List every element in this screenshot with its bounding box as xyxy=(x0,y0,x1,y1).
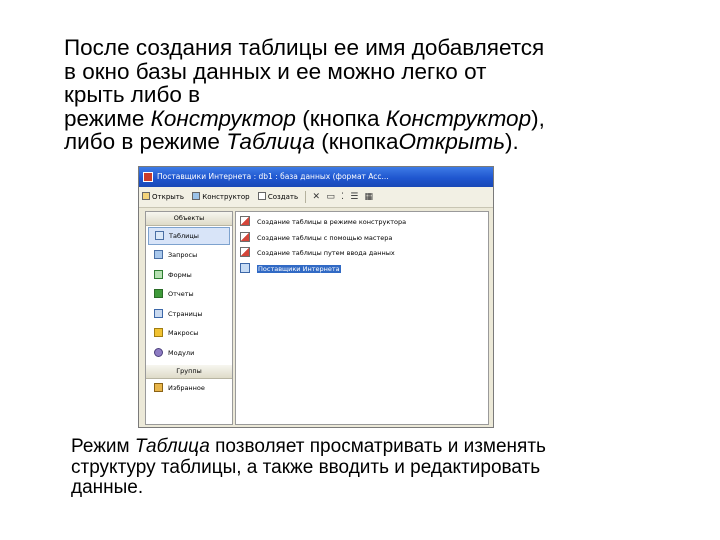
create-icon xyxy=(257,192,266,200)
wizard-icon xyxy=(240,231,250,242)
bottom-line-1-italic: Таблица xyxy=(134,436,210,457)
design-button[interactable]: Конструктор xyxy=(189,187,252,207)
create-button[interactable]: Создать xyxy=(255,187,301,207)
object-label: Страницы xyxy=(168,309,203,318)
object-label: Запросы xyxy=(168,251,198,259)
group-item-favorites[interactable]: Избранное xyxy=(146,379,232,399)
list-item-label: Создание таблицы в режиме конструктора xyxy=(257,218,407,226)
list-item[interactable]: Поставщики Интернета xyxy=(236,262,488,278)
design-icon xyxy=(192,192,201,200)
details-view-icon[interactable]: ▦ xyxy=(363,187,376,207)
object-item-pages[interactable]: Страницы xyxy=(146,305,232,325)
queries-icon xyxy=(154,250,163,259)
objects-header[interactable]: Объекты xyxy=(146,212,232,226)
open-icon xyxy=(142,192,150,200)
favorites-icon xyxy=(154,383,163,392)
intro-line-4: режиме Конструктор (кнопка Конструктор), xyxy=(64,105,704,131)
bottom-line-1-prefix: Режим xyxy=(71,436,135,457)
intro-line-5: либо в режиме Таблица (кнопкаОткрыть). xyxy=(64,130,704,154)
modules-icon xyxy=(154,347,163,357)
objects-panel: Объекты Таблицы Запросы Формы Отчеты Стр… xyxy=(145,211,233,425)
database-toolbar: Открыть Конструктор Создать ✕ ▭ ⁚ ☰ ▦ xyxy=(139,187,493,208)
bottom-line-3: данные. xyxy=(71,477,144,498)
intro-line-4-italic: Конструктор xyxy=(150,105,296,131)
list-item-label: Создание таблицы с помощью мастера xyxy=(257,233,393,242)
table-icon xyxy=(240,262,250,273)
open-button[interactable]: Открыть xyxy=(139,187,187,207)
list-item[interactable]: Создание таблицы путем ввода данных xyxy=(236,246,488,262)
small-icons-view-icon[interactable]: ⁚ xyxy=(339,187,346,207)
object-label: Таблицы xyxy=(169,232,199,240)
intro-line-5-italic2: Открыть xyxy=(398,129,506,154)
window-titlebar[interactable]: Поставщики Интернета : db1 : база данных… xyxy=(139,167,493,187)
list-view-icon[interactable]: ☰ xyxy=(348,187,360,207)
object-label: Модули xyxy=(168,348,195,357)
object-item-macros[interactable]: Макросы xyxy=(146,324,232,344)
object-item-forms[interactable]: Формы xyxy=(146,266,232,286)
list-item-label: Создание таблицы путем ввода данных xyxy=(257,249,395,257)
design-label: Конструктор xyxy=(202,193,250,201)
large-icons-view-icon[interactable]: ▭ xyxy=(324,187,337,207)
tables-list: Создание таблицы в режиме конструктора С… xyxy=(235,211,489,425)
slide-intro-text: После создания таблицы ее имя добавляетс… xyxy=(64,36,704,154)
groups-header[interactable]: Группы xyxy=(146,365,232,379)
pages-icon xyxy=(154,308,163,318)
intro-line-4-prefix: режиме xyxy=(64,105,151,131)
intro-line-4-mid: (кнопка xyxy=(295,105,386,131)
intro-line-4-italic2: Конструктор xyxy=(385,105,532,131)
tables-icon xyxy=(155,231,164,240)
access-app-icon xyxy=(143,172,153,182)
delete-icon[interactable]: ✕ xyxy=(311,187,323,207)
forms-icon xyxy=(154,269,163,279)
object-item-tables[interactable]: Таблицы xyxy=(148,227,230,245)
database-window-screenshot: Поставщики Интернета : db1 : база данных… xyxy=(138,166,494,428)
wizard-icon xyxy=(240,247,250,257)
object-label: Формы xyxy=(168,270,192,279)
toolbar-separator xyxy=(305,191,307,203)
favorites-label: Избранное xyxy=(168,384,205,392)
object-label: Макросы xyxy=(168,329,199,337)
object-item-reports[interactable]: Отчеты xyxy=(146,285,232,305)
intro-line-2: в окно базы данных и ее можно легко от xyxy=(64,58,487,84)
reports-icon xyxy=(154,289,163,298)
intro-line-3: крыть либо в xyxy=(64,82,201,107)
macros-icon xyxy=(154,328,163,337)
open-label: Открыть xyxy=(152,193,184,201)
wizard-icon xyxy=(240,216,250,226)
list-item-label: Поставщики Интернета xyxy=(257,264,341,273)
intro-line-5-prefix: либо в режиме xyxy=(64,129,227,154)
slide-bottom-text: Режим Таблица позволяет просматривать и … xyxy=(71,436,691,499)
intro-line-4-suffix: ), xyxy=(531,105,545,131)
bottom-line-2: структуру таблицы, а также вводить и ред… xyxy=(71,456,541,478)
intro-line-5-suffix: ). xyxy=(505,129,519,154)
intro-line-1: После создания таблицы ее имя добавляетс… xyxy=(64,35,545,60)
bottom-line-1-suffix: позволяет просматривать и изменять xyxy=(209,436,546,457)
object-label: Отчеты xyxy=(168,290,194,298)
object-item-queries[interactable]: Запросы xyxy=(146,246,232,266)
create-label: Создать xyxy=(267,193,299,201)
window-title: Поставщики Интернета : db1 : база данных… xyxy=(157,172,389,181)
intro-line-5-mid: (кнопка xyxy=(314,129,399,154)
object-item-modules[interactable]: Модули xyxy=(146,344,232,364)
bottom-line-1: Режим Таблица позволяет просматривать и … xyxy=(71,436,691,458)
intro-line-5-italic: Таблица xyxy=(226,129,315,154)
list-item[interactable]: Создание таблицы в режиме конструктора xyxy=(236,215,488,231)
list-item[interactable]: Создание таблицы с помощью мастера xyxy=(236,231,488,247)
